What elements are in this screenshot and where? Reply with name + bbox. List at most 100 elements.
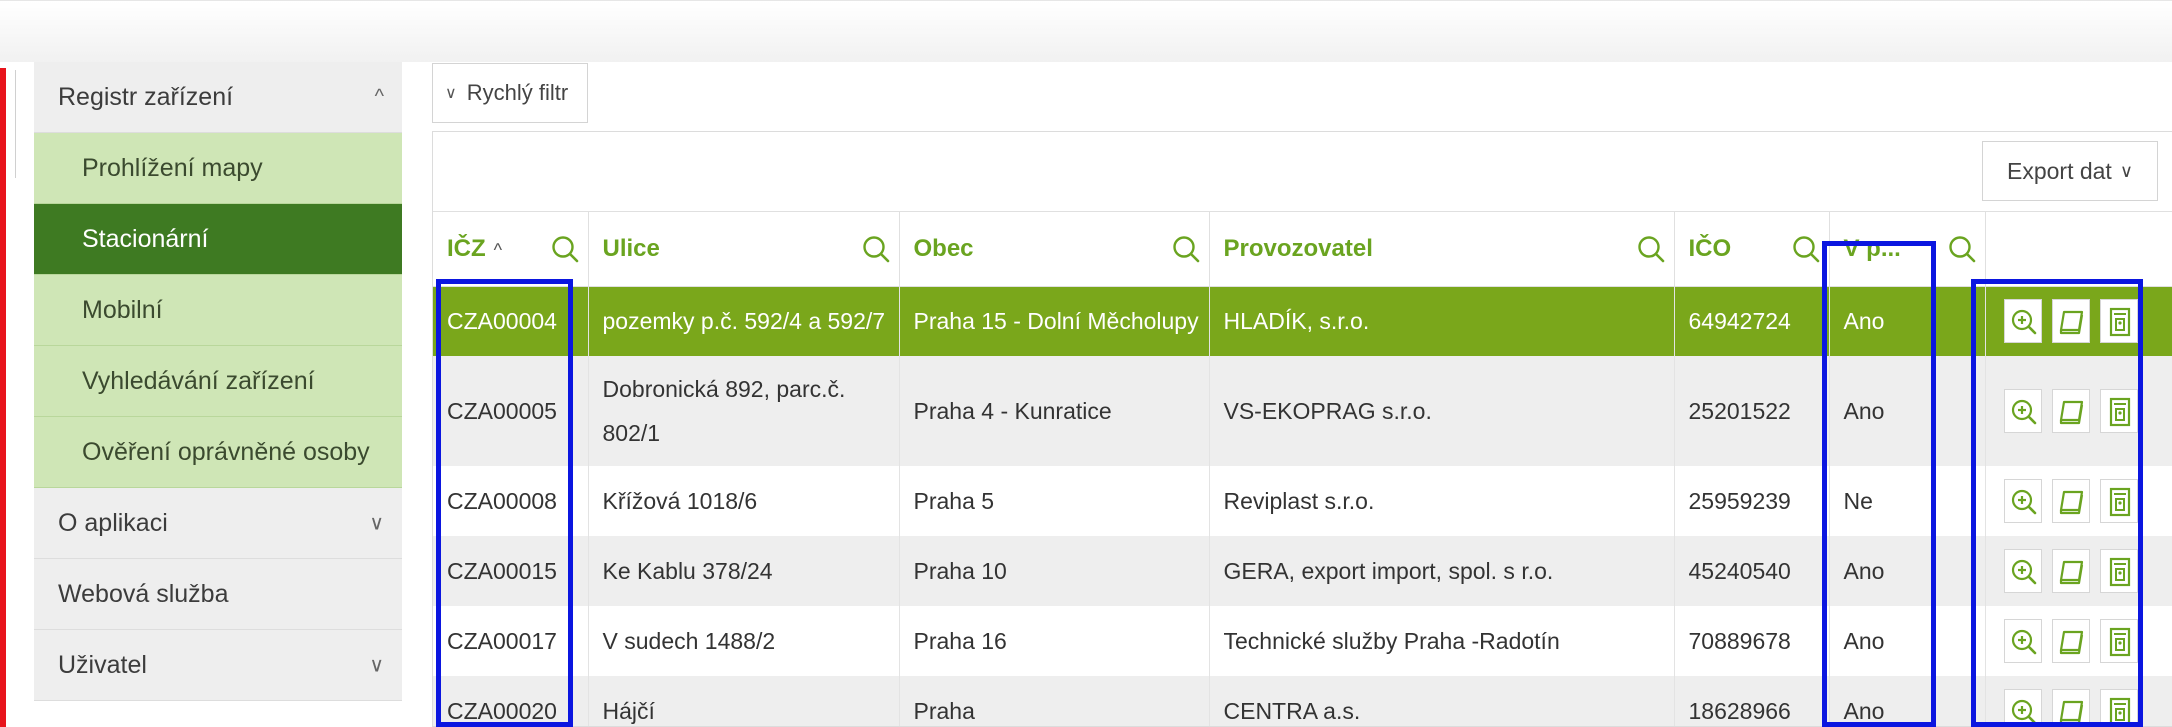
table-header-row: IČZ ^ Ulice Obec Provozovatel IČO V p... — [433, 212, 2172, 287]
cell-provozovatel: HLADÍK, s.r.o. — [1209, 286, 1675, 356]
sidebar-item[interactable]: O aplikaci ∨ — [34, 488, 402, 559]
grid-toolbar: Export dat ∨ — [433, 132, 2172, 212]
search-icon[interactable] — [861, 234, 891, 264]
cell-ulice: Ke Kablu 378/24 — [588, 536, 900, 606]
sidebar-menu: Registr zařízení ^ Prohlížení mapy Stacioná… — [34, 62, 402, 701]
cell-obec: Praha 5 — [899, 466, 1210, 536]
sidebar-item[interactable]: Vyhledávání zařízení — [34, 346, 402, 417]
zoom-in-icon[interactable] — [2003, 389, 2042, 433]
book-icon[interactable] — [2051, 479, 2090, 523]
column-header[interactable]: V p... — [1829, 212, 1986, 287]
document-icon[interactable] — [2099, 619, 2138, 663]
book-icon[interactable] — [2051, 549, 2090, 593]
chevron-down-icon: ∨ — [2119, 160, 2134, 181]
sidebar-item[interactable]: Mobilní — [34, 275, 402, 346]
zoom-in-icon[interactable] — [2003, 619, 2042, 663]
document-icon[interactable] — [2099, 549, 2138, 593]
sidebar-item[interactable]: Ověření oprávněné osoby — [34, 417, 402, 488]
search-icon[interactable] — [550, 234, 580, 264]
cell-vp: Ano — [1829, 536, 1986, 606]
search-icon[interactable] — [1636, 234, 1666, 264]
cell-ico: 64942724 — [1674, 286, 1830, 356]
cell-obec: Praha 15 - Dolní Měcholupy — [899, 286, 1210, 356]
column-header[interactable]: IČZ ^ — [433, 212, 589, 287]
data-grid: Export dat ∨ IČZ ^ Ulice Obec Provozovatel IČ… — [432, 131, 2172, 727]
cell-vp: Ano — [1829, 286, 1986, 356]
zoom-in-icon[interactable] — [2003, 299, 2042, 344]
book-icon[interactable] — [2051, 389, 2090, 433]
cell-ico: 70889678 — [1674, 606, 1830, 676]
sidebar-item-label: Mobilní — [82, 295, 163, 324]
sidebar-item[interactable]: Stacionární — [34, 204, 402, 275]
chevron-up-icon: ^ — [374, 85, 384, 108]
table-body: CZA00004 pozemky p.č. 592/4 a 592/7 Praha … — [433, 286, 2172, 726]
column-header[interactable]: Ulice — [588, 212, 900, 287]
table-row[interactable]: CZA00015 Ke Kablu 378/24 Praha 10 GERA, exp… — [433, 536, 2172, 606]
table-row[interactable]: CZA00020 Hájčí Praha CENTRA a.s. 18628966 Ano — [433, 676, 2172, 726]
column-header[interactable]: Provozovatel — [1209, 212, 1675, 287]
export-data-label: Export dat — [2006, 157, 2112, 184]
top-bar — [0, 0, 2172, 62]
cell-ico: 25959239 — [1674, 466, 1830, 536]
cell-actions — [1985, 676, 2172, 726]
quick-filter-button[interactable]: ∨ Rychlý filtr — [432, 63, 588, 123]
chevron-down-icon: ∨ — [369, 512, 384, 535]
cell-icz: CZA00004 — [433, 286, 589, 356]
chevron-down-icon: ∨ — [369, 654, 384, 677]
cell-vp: Ano — [1829, 676, 1986, 726]
sidebar-item[interactable]: Uživatel ∨ — [34, 630, 402, 701]
export-data-button[interactable]: Export dat ∨ — [1982, 141, 2158, 201]
table-row[interactable]: CZA00017 V sudech 1488/2 Praha 16 Technické… — [433, 606, 2172, 676]
sidebar-item-label: Registr zařízení — [58, 82, 234, 111]
cell-ico: 45240540 — [1674, 536, 1830, 606]
cell-vp: Ano — [1829, 606, 1986, 676]
table-row[interactable]: CZA00005 Dobronická 892, parc.č. 802/1 Pra… — [433, 356, 2172, 466]
search-icon[interactable] — [1947, 234, 1977, 264]
cell-ulice: Křížová 1018/6 — [588, 466, 900, 536]
sidebar-item[interactable]: Registr zařízení ^ — [34, 62, 402, 133]
cell-obec: Praha 16 — [899, 606, 1210, 676]
column-header-label: IČZ — [447, 234, 486, 262]
document-icon[interactable] — [2099, 299, 2138, 344]
cell-icz: CZA00017 — [433, 606, 589, 676]
zoom-in-icon[interactable] — [2003, 549, 2042, 593]
document-icon[interactable] — [2099, 689, 2138, 726]
sidebar-item-label: Webová služba — [58, 579, 229, 608]
cell-ico: 18628966 — [1674, 676, 1830, 726]
cell-vp: Ano — [1829, 356, 1986, 466]
document-icon[interactable] — [2099, 389, 2138, 433]
cell-vp: Ne — [1829, 466, 1986, 536]
devices-table: IČZ ^ Ulice Obec Provozovatel IČO V p... CZA00… — [433, 212, 2172, 726]
column-header-label: Obec — [913, 234, 974, 262]
column-header-label: Provozovatel — [1223, 234, 1373, 262]
cell-icz: CZA00005 — [433, 356, 589, 466]
sidebar-item-label: Ověření oprávněné osoby — [82, 437, 370, 466]
cell-actions — [1985, 606, 2172, 676]
zoom-in-icon[interactable] — [2003, 479, 2042, 523]
sidebar-item-label: Prohlížení mapy — [82, 153, 263, 182]
column-header[interactable]: IČO — [1674, 212, 1830, 287]
quick-filter-label: Rychlý filtr — [466, 80, 569, 105]
column-header[interactable]: Obec — [899, 212, 1210, 287]
cell-ulice: Dobronická 892, parc.č. 802/1 — [588, 356, 900, 466]
sort-asc-icon: ^ — [493, 239, 503, 260]
table-row[interactable]: CZA00008 Křížová 1018/6 Praha 5 Reviplast s… — [433, 466, 2172, 536]
sidebar-item[interactable]: Prohlížení mapy — [34, 133, 402, 204]
zoom-in-icon[interactable] — [2003, 689, 2042, 726]
search-icon[interactable] — [1791, 234, 1821, 264]
actions-column-header — [1985, 212, 2172, 287]
sidebar-item-label: Uživatel — [58, 650, 147, 679]
cell-icz: CZA00020 — [433, 676, 589, 726]
book-icon[interactable] — [2051, 689, 2090, 726]
book-icon[interactable] — [2051, 619, 2090, 663]
document-icon[interactable] — [2099, 479, 2138, 523]
cell-actions — [1985, 536, 2172, 606]
cell-provozovatel: GERA, export import, spol. s r.o. — [1209, 536, 1675, 606]
search-icon[interactable] — [1171, 234, 1201, 264]
cell-icz: CZA00008 — [433, 466, 589, 536]
book-icon[interactable] — [2051, 299, 2090, 344]
left-panel-edge — [6, 70, 16, 178]
sidebar-item[interactable]: Webová služba — [34, 559, 402, 630]
column-header-label: V p... — [1843, 234, 1901, 262]
table-row[interactable]: CZA00004 pozemky p.č. 592/4 a 592/7 Praha … — [433, 286, 2172, 356]
